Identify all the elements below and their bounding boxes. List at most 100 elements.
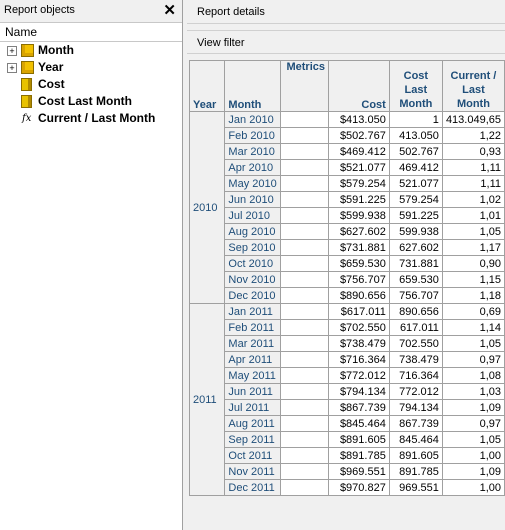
month-cell[interactable]: Mar 2010 — [224, 143, 282, 160]
ratio-cell: 1,11 — [441, 159, 505, 176]
view-filter-bar[interactable]: View filter — [187, 30, 505, 54]
metrics-spacer-cell — [280, 319, 329, 336]
close-icon[interactable]: ✕ — [163, 1, 176, 19]
cost-last-month-cell: 731.881 — [388, 255, 443, 272]
cost-last-month-cell: 891.785 — [388, 463, 443, 480]
month-cell[interactable]: May 2010 — [224, 175, 282, 192]
month-cell[interactable]: Apr 2010 — [224, 159, 282, 176]
tree-item[interactable]: fx Current / Last Month — [0, 110, 182, 127]
ratio-cell: 1,08 — [441, 367, 505, 384]
ratio-cell: 1,18 — [441, 287, 505, 304]
month-cell[interactable]: Jul 2011 — [224, 399, 282, 416]
month-cell[interactable]: Sep 2011 — [224, 431, 282, 448]
metrics-spacer-cell — [280, 207, 329, 224]
ratio-cell: 1,00 — [441, 447, 505, 464]
table-row: Jun 2010 $591.225 579.254 1,02 — [190, 191, 505, 208]
table-row: Nov 2010 $756.707 659.530 1,15 — [190, 271, 505, 288]
metrics-spacer-cell — [280, 415, 329, 432]
report-details-tab[interactable]: Report details — [187, 0, 505, 24]
cost-last-month-header[interactable]: Cost Last Month — [388, 60, 443, 112]
table-row: Nov 2011 $969.551 891.785 1,09 — [190, 463, 505, 480]
current-last-month-header[interactable]: Current / Last Month — [441, 60, 505, 112]
metrics-spacer-cell — [280, 127, 329, 144]
table-row: Apr 2011 $716.364 738.479 0,97 — [190, 351, 505, 368]
metric-icon — [21, 95, 32, 108]
ratio-cell: 1,05 — [441, 335, 505, 352]
metrics-spacer-cell — [280, 159, 329, 176]
table-row: Sep 2010 $731.881 627.602 1,17 — [190, 239, 505, 256]
tree-item[interactable]: Cost Last Month — [0, 93, 182, 110]
cost-cell: $969.551 — [328, 463, 390, 480]
month-cell[interactable]: Jan 2010 — [224, 111, 282, 128]
year-header[interactable]: Year — [188, 60, 226, 112]
cost-header[interactable]: Cost — [328, 60, 390, 112]
year-cell[interactable]: 2010 — [188, 111, 226, 304]
cost-cell: $756.707 — [328, 271, 390, 288]
report-objects-header: Report objects ✕ — [0, 0, 182, 23]
month-cell[interactable]: Nov 2010 — [224, 271, 282, 288]
ratio-cell: 1,15 — [441, 271, 505, 288]
cost-cell: $599.938 — [328, 207, 390, 224]
cost-cell: $659.530 — [328, 255, 390, 272]
month-cell[interactable]: Jun 2011 — [224, 383, 282, 400]
ratio-cell: 0,90 — [441, 255, 505, 272]
cost-last-month-cell: 469.412 — [388, 159, 443, 176]
metrics-header[interactable]: Metrics — [280, 60, 329, 112]
year-cell[interactable]: 2011 — [188, 303, 226, 496]
expand-icon[interactable]: + — [7, 46, 17, 56]
metrics-spacer-cell — [280, 383, 329, 400]
metrics-spacer-cell — [280, 143, 329, 160]
metrics-spacer-cell — [280, 367, 329, 384]
cost-last-month-cell: 599.938 — [388, 223, 443, 240]
tree-item[interactable]: Cost — [0, 76, 182, 93]
month-cell[interactable]: Jan 2011 — [224, 303, 282, 320]
month-cell[interactable]: Nov 2011 — [224, 463, 282, 480]
name-column-header[interactable]: Name — [0, 23, 182, 42]
tree-item[interactable]: + Month — [0, 42, 182, 59]
ratio-cell: 1,03 — [441, 383, 505, 400]
month-cell[interactable]: Oct 2010 — [224, 255, 282, 272]
month-cell[interactable]: Aug 2011 — [224, 415, 282, 432]
month-cell[interactable]: Apr 2011 — [224, 351, 282, 368]
cost-cell: $702.550 — [328, 319, 390, 336]
tree-item-label: Month — [38, 43, 74, 57]
cost-last-month-cell: 772.012 — [388, 383, 443, 400]
cost-cell: $716.364 — [328, 351, 390, 368]
ratio-cell: 0,69 — [441, 303, 505, 320]
month-cell[interactable]: Feb 2011 — [224, 319, 282, 336]
month-cell[interactable]: Sep 2010 — [224, 239, 282, 256]
table-row: May 2011 $772.012 716.364 1,08 — [190, 367, 505, 384]
metrics-spacer-cell — [280, 111, 329, 128]
cost-last-month-cell: 521.077 — [388, 175, 443, 192]
table-row: Oct 2010 $659.530 731.881 0,90 — [190, 255, 505, 272]
tree-item[interactable]: + Year — [0, 59, 182, 76]
expand-icon[interactable]: + — [7, 63, 17, 73]
month-cell[interactable]: Dec 2010 — [224, 287, 282, 304]
table-row: Jun 2011 $794.134 772.012 1,03 — [190, 383, 505, 400]
month-cell[interactable]: Jun 2010 — [224, 191, 282, 208]
table-row: Jul 2010 $599.938 591.225 1,01 — [190, 207, 505, 224]
month-cell[interactable]: Feb 2010 — [224, 127, 282, 144]
metric-icon — [21, 78, 32, 91]
cost-last-month-cell: 867.739 — [388, 415, 443, 432]
month-cell[interactable]: Oct 2011 — [224, 447, 282, 464]
month-header[interactable]: Month — [224, 60, 282, 112]
cost-last-month-cell: 659.530 — [388, 271, 443, 288]
month-cell[interactable]: May 2011 — [224, 367, 282, 384]
ratio-cell: 1,14 — [441, 319, 505, 336]
month-cell[interactable]: Dec 2011 — [224, 479, 282, 496]
cost-cell: $731.881 — [328, 239, 390, 256]
cost-cell: $867.739 — [328, 399, 390, 416]
attribute-cube-icon — [21, 61, 34, 74]
attribute-cube-icon — [21, 44, 34, 57]
report-objects-panel: Report objects ✕ Name + Month + Year Cost Cos… — [0, 0, 183, 530]
table-row: Sep 2011 $891.605 845.464 1,05 — [190, 431, 505, 448]
cost-last-month-cell: 579.254 — [388, 191, 443, 208]
metrics-spacer-cell — [280, 303, 329, 320]
cost-cell: $738.479 — [328, 335, 390, 352]
cost-last-month-cell: 738.479 — [388, 351, 443, 368]
month-cell[interactable]: Jul 2010 — [224, 207, 282, 224]
month-cell[interactable]: Mar 2011 — [224, 335, 282, 352]
metrics-spacer-cell — [280, 431, 329, 448]
month-cell[interactable]: Aug 2010 — [224, 223, 282, 240]
